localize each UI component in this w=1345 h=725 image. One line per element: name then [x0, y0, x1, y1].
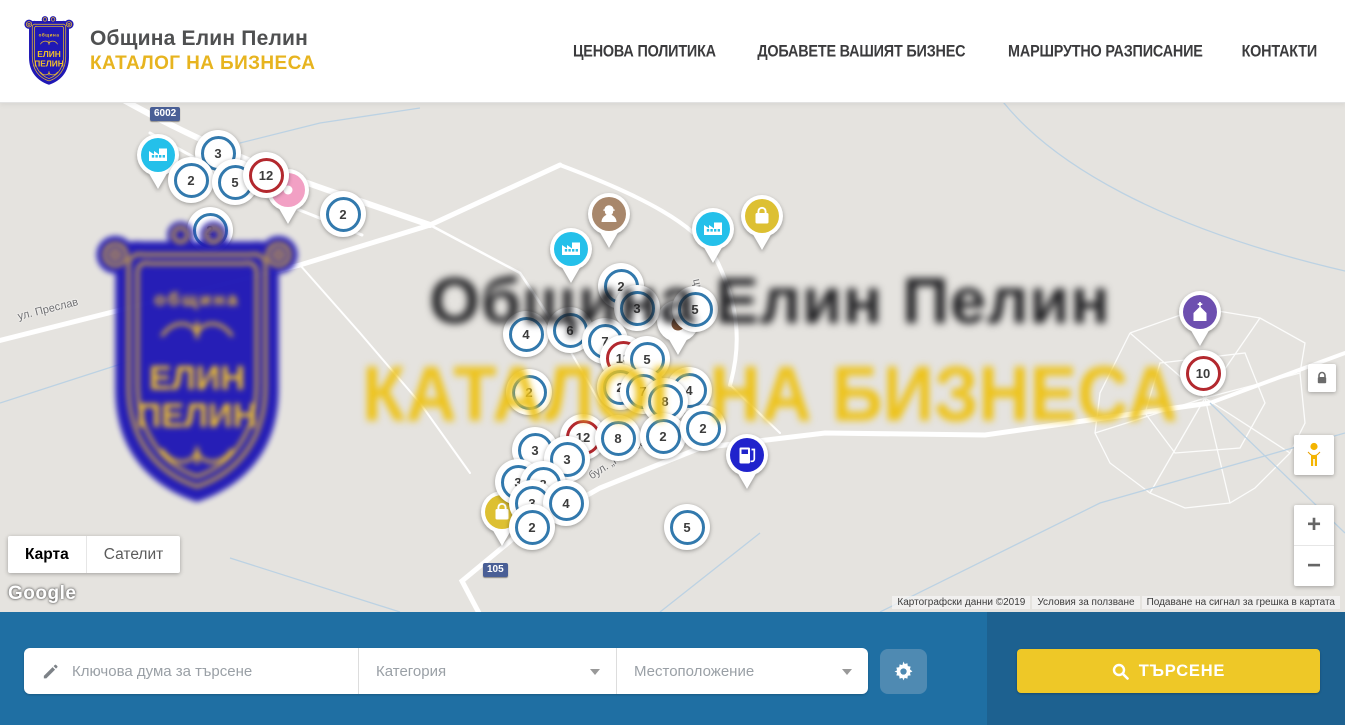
- attribution-link[interactable]: Условия за ползване: [1032, 596, 1139, 609]
- map-pin-worker-icon[interactable]: [587, 193, 631, 251]
- map-pin-bag-icon[interactable]: [740, 195, 784, 253]
- map-cluster-marker[interactable]: 2: [320, 191, 366, 237]
- map-data-copyright: Картографски данни ©2019: [892, 596, 1030, 609]
- map-type-control: Карта Сателит: [8, 536, 180, 573]
- zoom-in-button[interactable]: +: [1294, 505, 1334, 546]
- google-logo[interactable]: Google: [8, 583, 76, 605]
- attribution-link[interactable]: Подаване на сигнал за грешка в картата: [1142, 596, 1340, 609]
- map-cluster-marker[interactable]: 12: [243, 152, 289, 198]
- map-cluster-marker[interactable]: 8: [595, 415, 641, 461]
- page: община ЕЛИН ПЕЛИН Община Елин Пелин КАТА…: [0, 0, 1345, 725]
- header: община ЕЛИН ПЕЛИН Община Елин Пелин КАТА…: [0, 0, 1345, 103]
- municipality-crest-logo: община ЕЛИН ПЕЛИН: [22, 14, 76, 88]
- map-cluster-marker[interactable]: 2: [640, 413, 686, 459]
- nav-item-add-business[interactable]: ДОБАВЕТЕ ВАШИЯТ БИЗНЕС: [757, 42, 965, 60]
- site-subtitle: КАТАЛОГ НА БИЗНЕСА: [90, 53, 315, 75]
- map-cluster-marker[interactable]: 2: [680, 405, 726, 451]
- category-select[interactable]: Категория: [358, 648, 616, 694]
- map-cluster-marker[interactable]: 10: [1180, 350, 1226, 396]
- map-cluster-marker[interactable]: 2: [187, 207, 233, 253]
- chevron-down-icon: [590, 669, 600, 675]
- nav-item-contacts[interactable]: КОНТАКТИ: [1242, 42, 1317, 60]
- site-title: Община Елин Пелин: [90, 27, 315, 51]
- lock-icon: [1315, 371, 1329, 385]
- lock-button[interactable]: [1308, 364, 1336, 392]
- svg-text:ЕЛИН: ЕЛИН: [37, 49, 60, 59]
- site-logo[interactable]: община ЕЛИН ПЕЛИН Община Елин Пелин КАТА…: [22, 14, 315, 88]
- map-cluster-marker[interactable]: 4: [503, 311, 549, 357]
- map-cluster-marker[interactable]: 2: [509, 504, 555, 550]
- map-pin-factory-icon[interactable]: [549, 228, 593, 286]
- zoom-out-button[interactable]: −: [1294, 546, 1334, 586]
- map-canvas[interactable]: ул. Преславбул. „Новоселции“6002105: [0, 103, 1345, 612]
- map-cluster-marker[interactable]: 5: [664, 504, 710, 550]
- map-pin-fuel-icon[interactable]: [725, 434, 769, 492]
- chevron-down-icon: [842, 669, 852, 675]
- road-shield: 105: [483, 563, 508, 577]
- map-cluster-marker[interactable]: 5: [672, 286, 718, 332]
- map-pin-church-icon[interactable]: [1178, 291, 1222, 349]
- map-type-satellite-button[interactable]: Сателит: [86, 536, 180, 573]
- svg-text:община: община: [39, 32, 60, 38]
- pegman-icon: [1303, 442, 1325, 468]
- nav-item-pricing[interactable]: ЦЕНОВА ПОЛИТИКА: [573, 42, 716, 60]
- map-cluster-marker[interactable]: 2: [168, 157, 214, 203]
- advanced-search-button[interactable]: [880, 649, 927, 694]
- road-shield: 6002: [150, 107, 180, 121]
- map-pin-factory-icon[interactable]: [691, 208, 735, 266]
- map-attribution: Картографски данни ©2019Условия за ползв…: [892, 596, 1340, 609]
- search-icon: [1112, 663, 1129, 680]
- street-view-pegman-button[interactable]: [1294, 435, 1334, 475]
- map-cluster-marker[interactable]: 2: [506, 369, 552, 415]
- search-button[interactable]: ТЪРСЕНЕ: [1017, 649, 1320, 693]
- pencil-icon: [41, 662, 60, 681]
- search-fields: Категория Местоположение: [24, 648, 868, 694]
- zoom-control: + −: [1294, 505, 1334, 586]
- map-type-map-button[interactable]: Карта: [8, 536, 86, 573]
- location-select[interactable]: Местоположение: [616, 648, 868, 694]
- keyword-field[interactable]: [24, 648, 358, 694]
- main-nav: ЦЕНОВА ПОЛИТИКА ДОБАВЕТЕ ВАШИЯТ БИЗНЕС МАР…: [570, 43, 1319, 60]
- svg-text:ПЕЛИН: ПЕЛИН: [34, 58, 64, 68]
- gear-icon: [893, 661, 914, 682]
- nav-item-schedule[interactable]: МАРШРУТНО РАЗПИСАНИЕ: [1008, 42, 1203, 60]
- search-bar: Категория Местоположение ТЪРСЕНЕ: [0, 612, 1345, 725]
- keyword-input[interactable]: [72, 663, 312, 680]
